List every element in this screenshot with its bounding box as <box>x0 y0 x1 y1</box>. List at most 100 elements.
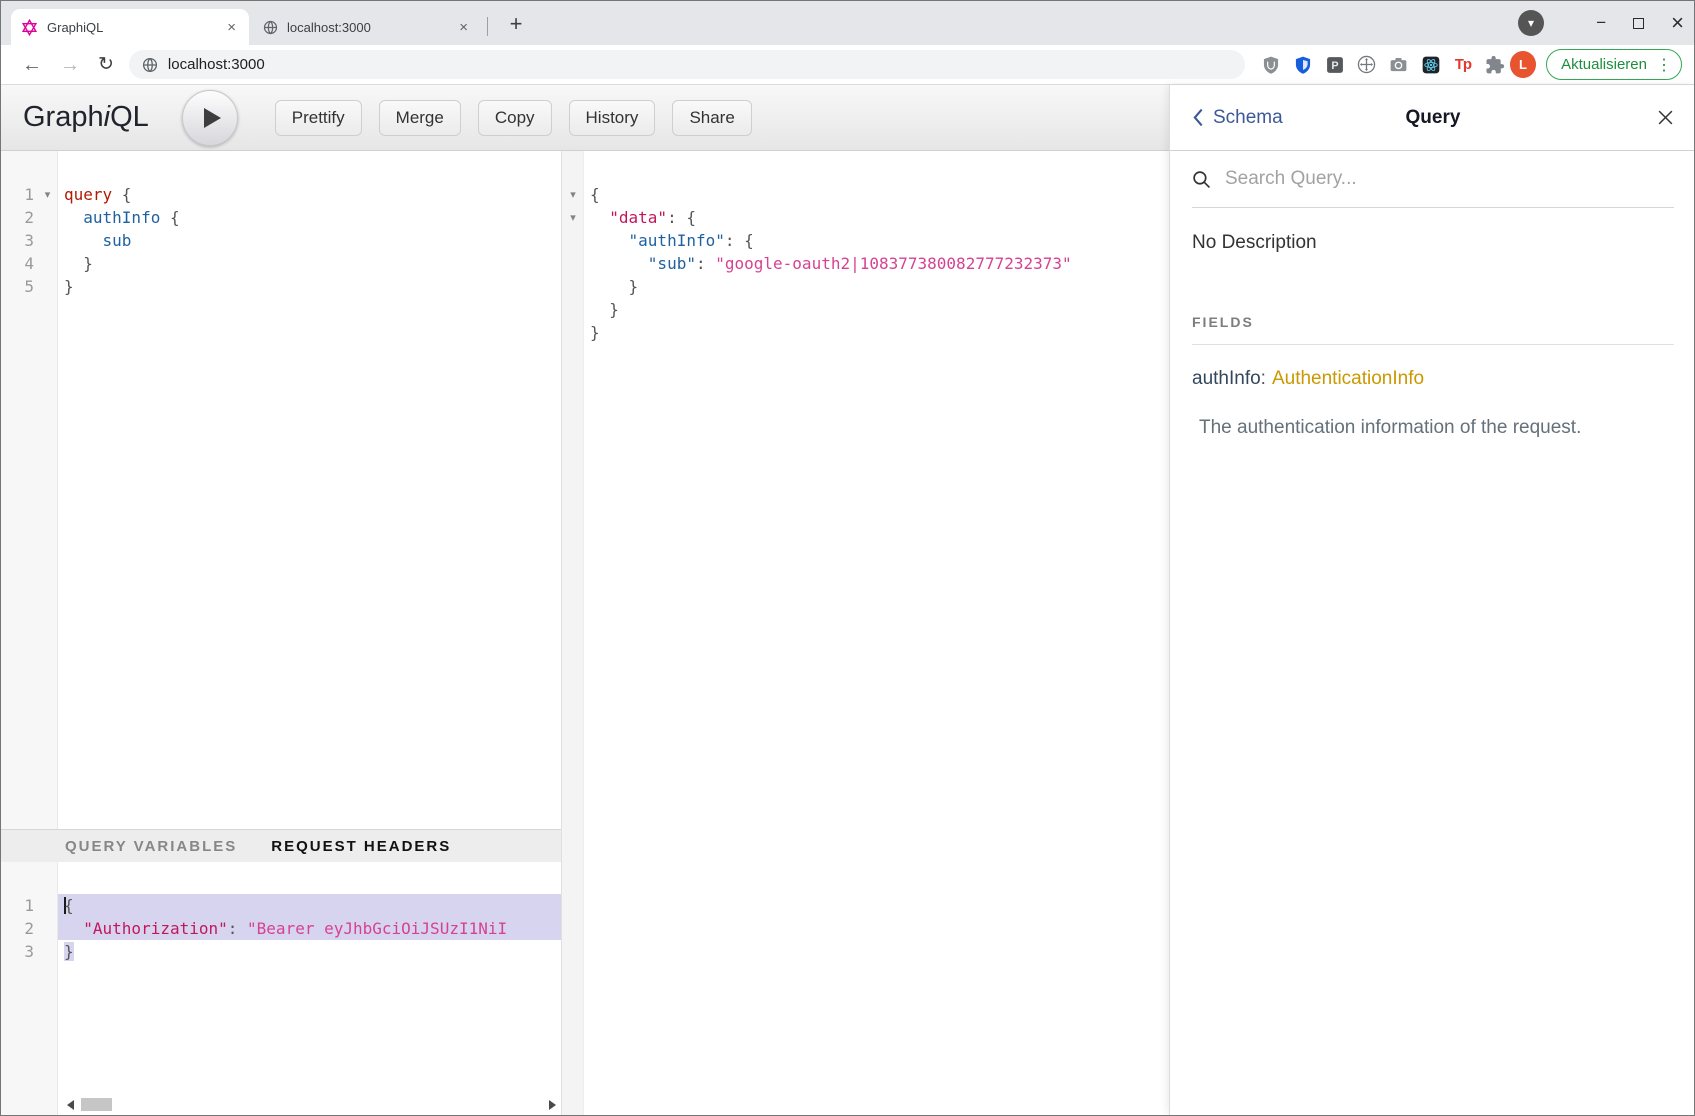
horizontal-scrollbar[interactable] <box>65 1098 558 1112</box>
scroll-right-arrow-icon[interactable] <box>549 1100 556 1110</box>
code-text: "Authorization": "Bearer eyJhbGciOiJSUzI… <box>58 917 561 940</box>
graphiql-favicon-icon <box>21 19 38 36</box>
prettify-button[interactable]: Prettify <box>275 100 362 136</box>
field-type-link[interactable]: AuthenticationInfo <box>1272 368 1424 389</box>
search-icon <box>1192 170 1211 189</box>
code-line: ▾{ <box>562 183 1169 206</box>
scrollbar-thumb[interactable] <box>81 1098 112 1111</box>
query-editor[interactable]: 1▾query {2 authInfo {3 sub4 }5} <box>1 151 561 829</box>
tab-close-icon[interactable]: × <box>224 20 239 35</box>
forward-button[interactable]: → <box>60 55 80 75</box>
fold-arrow-icon[interactable]: ▾ <box>562 206 584 229</box>
ublock-shield-icon[interactable] <box>1260 54 1282 76</box>
tab-title: localhost:3000 <box>287 20 456 35</box>
type-description: No Description <box>1192 232 1674 254</box>
fold-arrow-icon <box>37 206 58 229</box>
browser-tab-localhost[interactable]: localhost:3000 × <box>253 9 481 45</box>
fold-arrow-icon[interactable]: ▾ <box>37 183 58 206</box>
fold-arrow-icon <box>37 917 58 940</box>
fold-arrow-icon[interactable]: ▾ <box>562 183 584 206</box>
execute-query-button[interactable] <box>182 90 238 146</box>
code-text: } <box>58 252 561 275</box>
doc-back-link[interactable]: Schema <box>1192 107 1283 129</box>
doc-explorer-body: No Description FIELDS authInfo:Authentic… <box>1170 208 1695 439</box>
code-line: "sub": "google-oauth2|108377380082777232… <box>562 252 1169 275</box>
share-button[interactable]: Share <box>672 100 751 136</box>
new-tab-button[interactable]: + <box>501 9 531 39</box>
editor-column: 1▾query {2 authInfo {3 sub4 }5} QUERY VA… <box>1 151 562 1115</box>
code-text: } <box>584 298 1169 321</box>
editor-gutter: 1 <box>1 894 58 917</box>
editor-gutter: 3 <box>1 940 58 963</box>
browser-toolbar: ← → ↻ localhost:3000 P <box>1 45 1694 85</box>
tab-request-headers[interactable]: REQUEST HEADERS <box>271 838 451 855</box>
history-button[interactable]: History <box>569 100 656 136</box>
update-button-label: Aktualisieren <box>1561 56 1647 73</box>
bitwarden-shield-icon[interactable] <box>1292 54 1314 76</box>
code-line: } <box>562 321 1169 344</box>
doc-back-label: Schema <box>1213 107 1283 129</box>
code-text: query { <box>58 183 561 206</box>
avatar-letter: L <box>1519 57 1527 72</box>
doc-search-input[interactable] <box>1223 167 1674 191</box>
move-crosshair-icon[interactable] <box>1356 54 1378 76</box>
editor-gutter <box>562 321 584 344</box>
code-line: 3 sub <box>1 229 561 252</box>
maximize-button[interactable] <box>1633 18 1644 29</box>
profile-avatar[interactable]: L <box>1510 51 1536 78</box>
tab-close-icon[interactable]: × <box>456 20 471 35</box>
minimize-button[interactable]: − <box>1596 13 1606 33</box>
fold-arrow-icon <box>37 894 58 917</box>
copy-button[interactable]: Copy <box>478 100 552 136</box>
fold-arrow-icon <box>562 298 584 321</box>
reload-button[interactable]: ↻ <box>98 55 114 74</box>
fields-divider <box>1192 344 1674 345</box>
react-devtools-icon[interactable] <box>1420 54 1442 76</box>
editor-gutter <box>562 275 584 298</box>
overflow-menu-icon[interactable]: ⋮ <box>1656 55 1672 75</box>
chevron-left-icon <box>1192 108 1204 127</box>
editor-gutter: ▾ <box>562 183 584 206</box>
close-window-button[interactable]: × <box>1671 10 1684 36</box>
graphiql-topbar: GraphiQL Prettify Merge Copy History Sha… <box>1 85 1169 151</box>
chevron-down-icon: ▾ <box>1528 16 1534 30</box>
doc-explorer-panel: Schema Query No Description FIELDS <box>1169 85 1695 1115</box>
fold-arrow-icon <box>562 321 584 344</box>
browser-update-button[interactable]: Aktualisieren ⋮ <box>1546 49 1682 80</box>
close-icon <box>1657 109 1674 126</box>
editor-gutter: 3 <box>1 229 58 252</box>
extensions-puzzle-icon[interactable] <box>1484 54 1506 76</box>
camera-icon[interactable] <box>1388 54 1410 76</box>
fold-arrow-icon <box>37 940 58 963</box>
scroll-left-arrow-icon[interactable] <box>67 1100 74 1110</box>
code-line: } <box>562 275 1169 298</box>
result-viewer[interactable]: ▾{▾ "data": { "authInfo": { "sub": "goog… <box>562 151 1169 1115</box>
tp-extension-icon[interactable]: Tp <box>1452 54 1474 76</box>
fold-arrow-icon <box>562 252 584 275</box>
tab-query-variables[interactable]: QUERY VARIABLES <box>65 838 237 855</box>
address-bar[interactable]: localhost:3000 <box>129 50 1245 79</box>
extensions-row: P Tp <box>1260 54 1506 76</box>
merge-button[interactable]: Merge <box>379 100 461 136</box>
fold-arrow-icon <box>562 275 584 298</box>
p-extension-icon[interactable]: P <box>1324 54 1346 76</box>
doc-close-button[interactable] <box>1657 109 1674 126</box>
code-text: "authInfo": { <box>584 229 1169 252</box>
tab-title: GraphiQL <box>47 20 224 35</box>
fold-arrow-icon <box>37 252 58 275</box>
line-number: 2 <box>1 917 37 940</box>
tab-search-button[interactable]: ▾ <box>1518 10 1544 36</box>
back-button[interactable]: ← <box>22 55 42 75</box>
graphiql-page: GraphiQL Prettify Merge Copy History Sha… <box>1 85 1694 1115</box>
request-headers-editor[interactable]: 1{2 "Authorization": "Bearer eyJhbGciOiJ… <box>1 862 561 1115</box>
field-name-link[interactable]: authInfo <box>1192 368 1261 389</box>
browser-window: GraphiQL × localhost:3000 × + ▾ − × ← → … <box>0 0 1695 1116</box>
globe-icon <box>263 20 278 35</box>
window-controls: − × <box>1596 1 1684 45</box>
code-line: 5} <box>1 275 561 298</box>
fold-arrow-icon <box>562 229 584 252</box>
code-line: 2 "Authorization": "Bearer eyJhbGciOiJSU… <box>1 917 561 940</box>
code-text: } <box>58 275 561 298</box>
browser-tab-graphiql[interactable]: GraphiQL × <box>11 9 249 45</box>
editor-gutter <box>562 229 584 252</box>
